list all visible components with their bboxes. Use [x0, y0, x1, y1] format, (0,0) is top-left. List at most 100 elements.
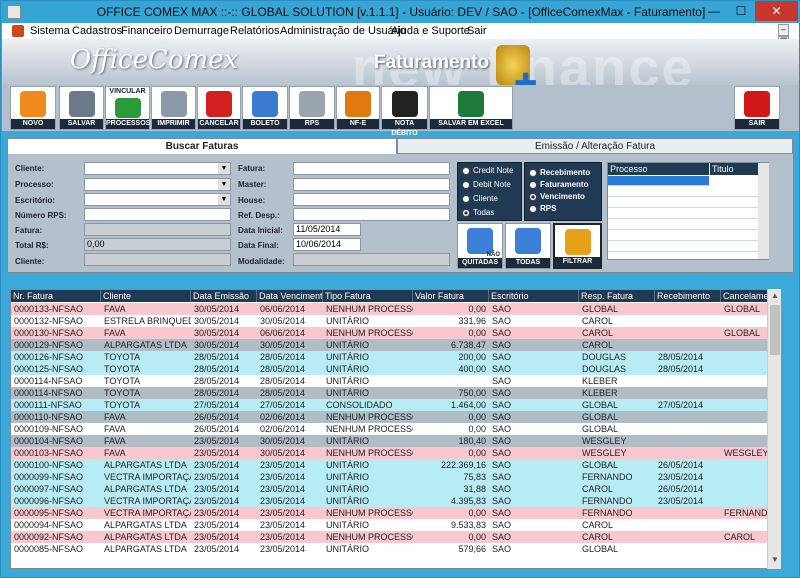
mdi-button-0[interactable]: – [778, 24, 789, 36]
ref-desp-input[interactable] [293, 208, 450, 221]
menu-relatorios[interactable]: Relatórios [230, 25, 280, 37]
toolbar-button-3[interactable]: IMPRIMIR [151, 86, 196, 130]
radio-dot [529, 192, 537, 201]
column-header[interactable]: Nr. Fatura [11, 290, 101, 302]
processo-select[interactable]: ▼ [84, 178, 231, 191]
table-row[interactable]: 0000125-NFSAO TOYOTA 28/05/2014 28/05/2014 U… [11, 363, 780, 375]
column-header[interactable]: Cliente [101, 290, 191, 302]
toolbar-button-4[interactable]: CANCELAR [197, 86, 241, 130]
nfe-icon [345, 91, 371, 117]
table-row[interactable]: 0000114-NFSAO TOYOTA 28/05/2014 28/05/2014 U… [11, 375, 780, 387]
table-cell: 27/05/2014 [260, 400, 306, 410]
toolbar-button-10[interactable]: SAIR [734, 86, 780, 130]
table-row[interactable]: 0000110-NFSAO FAVA 26/05/2014 02/06/2014 NEN… [11, 411, 780, 423]
table-row[interactable]: 0000097-NFSAO ALPARGATAS LTDA 23/05/2014 23… [11, 483, 780, 495]
scroll-up-icon[interactable]: ▲ [768, 291, 782, 303]
table-row[interactable]: 0000130-NFSAO FAVA 30/05/2014 06/06/2014 NEN… [11, 327, 780, 339]
toolbar-button-1[interactable]: SALVAR [59, 86, 104, 130]
table-cell: 0000096-NFSAO [14, 496, 84, 506]
minimize-button[interactable]: — [701, 1, 727, 21]
data-inicial-input[interactable]: 11/05/2014 [293, 223, 361, 236]
radio-tipo-3[interactable]: Todas [462, 208, 494, 217]
scroll-down-icon[interactable]: ▼ [768, 555, 782, 567]
close-button[interactable]: ✕ [755, 1, 798, 21]
table-row[interactable]: 0000104-NFSAO FAVA 23/05/2014 30/05/2014 UNI… [11, 435, 780, 447]
maximize-button[interactable]: ☐ [728, 1, 754, 21]
radio-tipo-0[interactable]: Credit Note [462, 166, 513, 175]
menu-sair[interactable]: Sair [467, 25, 487, 37]
processo-label: Processo: [15, 180, 54, 189]
scroll-thumb[interactable] [770, 305, 780, 355]
menu-ajuda[interactable]: Ajuda e Suporte [391, 25, 470, 37]
radio-data-0[interactable]: Recebimento [529, 168, 590, 177]
table-row[interactable]: 0000133-NFSAO FAVA 30/05/2014 06/06/2014 NEN… [11, 303, 780, 315]
toolbar-button-8[interactable]: NOTA DÉBITO [381, 86, 428, 137]
column-header[interactable]: Tipo Fatura [323, 290, 413, 302]
master-input[interactable] [293, 178, 450, 191]
escritorio-select[interactable]: ▼ [84, 193, 231, 206]
processo-column-header[interactable]: Processo [608, 163, 709, 175]
menu-financeiro[interactable]: Financeiro [121, 25, 172, 37]
column-header[interactable]: Valor Fatura [413, 290, 489, 302]
table-row[interactable]: 0000092-NFSAO ALPARGATAS LTDA 23/05/2014 23… [11, 531, 780, 543]
menu-sistema[interactable]: Sistema [30, 25, 70, 37]
table-row[interactable]: 0000132-NFSAOESTRELA BRINQUEDOS30/05/201… [11, 315, 780, 327]
toolbar-button-6[interactable]: RPS [289, 86, 335, 130]
column-header[interactable]: Data Vencimento [257, 290, 323, 302]
radio-data-3[interactable]: RPS [529, 204, 556, 213]
column-header[interactable]: Recebimento [655, 290, 721, 302]
filtrar-button[interactable]: FILTRAR [553, 223, 602, 269]
table-cell: TOYOTA [104, 364, 141, 374]
menu-demurrage[interactable]: Demurrage [174, 25, 229, 37]
numero-rps-input[interactable] [84, 208, 231, 221]
table-row[interactable]: 0000100-NFSAO ALPARGATAS LTDA 23/05/2014 23… [11, 459, 780, 471]
column-header[interactable]: Resp. Fatura [579, 290, 655, 302]
table-row[interactable]: 0000099-NFSAOVECTRA IMPORTAÇÃO23/05/2014… [11, 471, 780, 483]
table-row[interactable]: 0000114-NFSAO TOYOTA 28/05/2014 28/05/2014 U… [11, 387, 780, 399]
app-menu-icon[interactable] [12, 25, 24, 37]
fatura-input[interactable] [293, 162, 450, 175]
menu-cadastros[interactable]: Cadastros [72, 25, 122, 37]
table-row[interactable]: 0000129-NFSAO ALPARGATAS LTDA 30/05/2014 30… [11, 339, 780, 351]
nao-quitadas-button[interactable]: NÃO QUITADAS [457, 223, 503, 269]
table-cell: KLEBER [582, 376, 618, 386]
table-row[interactable]: 0000109-NFSAO FAVA 26/05/2014 02/06/2014 NEN… [11, 423, 780, 435]
toolbar-button-7[interactable]: NF-E [336, 86, 380, 130]
tab-buscar-faturas[interactable]: Buscar Faturas [7, 138, 397, 154]
table-row[interactable]: 0000094-NFSAO ALPARGATAS LTDA 23/05/2014 23… [11, 519, 780, 531]
fatura-readonly-field [84, 223, 231, 236]
table-row[interactable]: 0000103-NFSAO FAVA 23/05/2014 30/05/2014 NEN… [11, 447, 780, 459]
toolbar-button-0[interactable]: NOVO [10, 86, 56, 130]
titulo-column-header[interactable]: Titulo [710, 163, 758, 175]
numero-rps-label: Número RPS: [15, 211, 67, 220]
table-row[interactable]: 0000085-NFSAO ALPARGATAS LTDA 23/05/2014 23… [11, 543, 780, 555]
toolbar-button-2[interactable]: VINCULAR PROCESSOS [105, 86, 150, 130]
cliente-select[interactable]: ▼ [84, 162, 231, 175]
selected-cell[interactable] [608, 176, 709, 186]
table-cell: 26/05/2014 [658, 460, 704, 470]
column-header[interactable]: Escritório [489, 290, 579, 302]
table-row[interactable]: 0000095-NFSAOVECTRA IMPORTAÇÃO23/05/2014… [11, 507, 780, 519]
table-cell [655, 447, 721, 459]
toolbar-button-5[interactable]: BOLETO [242, 86, 288, 130]
table-scrollbar[interactable]: ▲ ▼ [767, 289, 781, 569]
radio-dot [529, 204, 537, 213]
radio-data-2[interactable]: Vencimento [529, 192, 585, 201]
table-cell: 30/05/2014 [260, 340, 306, 350]
toolbar-button-9[interactable]: SALVAR EM EXCEL [429, 86, 513, 130]
processo-scrollbar[interactable] [758, 163, 769, 259]
house-input[interactable] [293, 193, 450, 206]
todas-button[interactable]: TODAS [505, 223, 551, 269]
table-cell: UNITÁRIO [326, 520, 370, 530]
table-row[interactable]: 0000096-NFSAOVECTRA IMPORTAÇÃO23/05/2014… [11, 495, 780, 507]
data-final-input[interactable]: 10/06/2014 [293, 238, 361, 251]
menu-administracao[interactable]: Administração de Usuário [280, 25, 406, 37]
column-header[interactable]: Data Emissão [191, 290, 257, 302]
tab-emissao-alteracao[interactable]: Emissão / Alteração Fatura [397, 138, 793, 154]
table-row[interactable]: 0000111-NFSAO TOYOTA 27/05/2014 27/05/2014 C… [11, 399, 780, 411]
radio-data-1[interactable]: Faturamento [529, 180, 588, 189]
radio-tipo-2[interactable]: Cliente [462, 194, 498, 203]
radio-tipo-1[interactable]: Debit Note [462, 180, 511, 189]
table-row[interactable]: 0000126-NFSAO TOYOTA 28/05/2014 28/05/2014 U… [11, 351, 780, 363]
table-cell: GLOBAL [582, 304, 619, 314]
